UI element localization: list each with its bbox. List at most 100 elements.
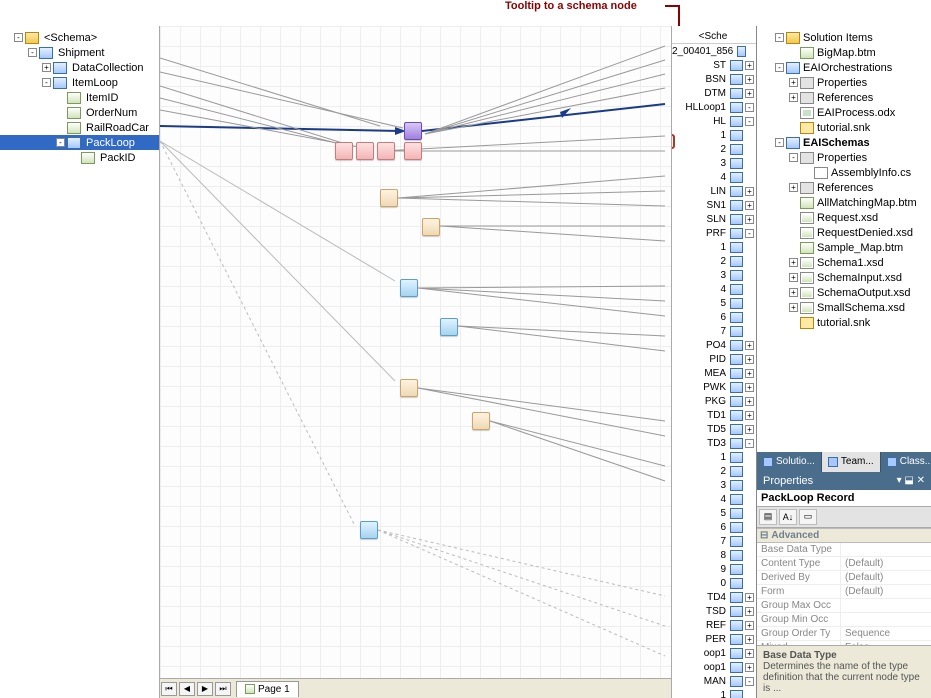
prop-category-advanced[interactable]: ⊟Advanced xyxy=(757,528,931,543)
dest-node-7[interactable]: 7 xyxy=(672,324,756,338)
functoid[interactable] xyxy=(422,218,440,236)
functoid[interactable] xyxy=(400,379,418,397)
dest-node-sn1[interactable]: SN1+ xyxy=(672,198,756,212)
tree-node-itemid[interactable]: ItemID xyxy=(0,90,159,105)
expander-icon[interactable] xyxy=(70,153,79,162)
solution-item-schema1-xsd[interactable]: +Schema1.xsd xyxy=(761,255,927,270)
expander-icon[interactable]: + xyxy=(745,397,754,406)
dest-node-oop1[interactable]: oop1+ xyxy=(672,646,756,660)
functoid[interactable] xyxy=(377,142,395,160)
dest-node-pkg[interactable]: PKG+ xyxy=(672,394,756,408)
dest-node-ref[interactable]: REF+ xyxy=(672,618,756,632)
expander-icon[interactable] xyxy=(789,108,798,117)
expander-icon[interactable]: + xyxy=(789,93,798,102)
solution-item-requestdenied-xsd[interactable]: RequestDenied.xsd xyxy=(761,225,927,240)
prop-base-data-type[interactable]: Base Data Type xyxy=(757,543,931,557)
functoid[interactable] xyxy=(335,142,353,160)
solution-item-eaischemas[interactable]: -EAISchemas xyxy=(761,135,927,150)
page-tab-1[interactable]: Page 1 xyxy=(236,681,299,697)
expander-icon[interactable]: + xyxy=(745,621,754,630)
expander-icon[interactable]: + xyxy=(745,635,754,644)
dest-node-lin[interactable]: LIN+ xyxy=(672,184,756,198)
solution-item-request-xsd[interactable]: Request.xsd xyxy=(761,210,927,225)
dest-node-dtm[interactable]: DTM+ xyxy=(672,86,756,100)
dest-node-5[interactable]: 5 xyxy=(672,506,756,520)
expander-icon[interactable]: + xyxy=(745,61,754,70)
expander-icon[interactable]: + xyxy=(745,425,754,434)
tab-solution[interactable]: Solutio... xyxy=(757,452,822,472)
expander-icon[interactable] xyxy=(56,93,65,102)
functoid[interactable] xyxy=(356,142,374,160)
expander-icon[interactable]: - xyxy=(789,153,798,162)
prop-group-order-ty[interactable]: Group Order TySequence xyxy=(757,627,931,641)
solution-item-bigmap-btm[interactable]: BigMap.btm xyxy=(761,45,927,60)
expander-icon[interactable] xyxy=(789,318,798,327)
dest-node-2_00401_856[interactable]: 2_00401_856 xyxy=(672,44,756,58)
tree-node-schema[interactable]: -<Schema> xyxy=(0,30,159,45)
expander-icon[interactable]: + xyxy=(745,341,754,350)
solution-item-references[interactable]: +References xyxy=(761,90,927,105)
expander-icon[interactable]: - xyxy=(14,33,23,42)
functoid[interactable] xyxy=(380,189,398,207)
dest-node-9[interactable]: 9 xyxy=(672,562,756,576)
expander-icon[interactable]: + xyxy=(789,288,798,297)
tree-node-packid[interactable]: PackID xyxy=(0,150,159,165)
solution-item-solution-items[interactable]: -Solution Items xyxy=(761,30,927,45)
functoid[interactable] xyxy=(404,142,422,160)
expander-icon[interactable] xyxy=(56,123,65,132)
dest-node-oop1[interactable]: oop1+ xyxy=(672,660,756,674)
dest-node-2[interactable]: 2 xyxy=(672,254,756,268)
tree-node-ordernum[interactable]: OrderNum xyxy=(0,105,159,120)
expander-icon[interactable]: + xyxy=(745,649,754,658)
dest-node-hlloop1[interactable]: HLLoop1- xyxy=(672,100,756,114)
dest-node-bsn[interactable]: BSN+ xyxy=(672,72,756,86)
page-last-button[interactable]: ⏭ xyxy=(215,682,231,696)
dest-node-st[interactable]: ST+ xyxy=(672,58,756,72)
page-prev-button[interactable]: ◀ xyxy=(179,682,195,696)
dest-node-po4[interactable]: PO4+ xyxy=(672,338,756,352)
expander-icon[interactable]: - xyxy=(775,33,784,42)
expander-icon[interactable]: + xyxy=(42,63,51,72)
page-next-button[interactable]: ▶ xyxy=(197,682,213,696)
tree-node-railroadcar[interactable]: RailRoadCar xyxy=(0,120,159,135)
dest-node-7[interactable]: 7 xyxy=(672,534,756,548)
solution-item-properties[interactable]: -Properties xyxy=(761,150,927,165)
expander-icon[interactable]: + xyxy=(745,215,754,224)
expander-icon[interactable]: + xyxy=(745,383,754,392)
dest-node-3[interactable]: 3 xyxy=(672,268,756,282)
properties-selector[interactable]: PackLoop Record xyxy=(757,490,931,507)
solution-item-smallschema-xsd[interactable]: +SmallSchema.xsd xyxy=(761,300,927,315)
expander-icon[interactable]: + xyxy=(745,593,754,602)
dest-node-6[interactable]: 6 xyxy=(672,520,756,534)
dest-node-2[interactable]: 2 xyxy=(672,142,756,156)
dest-node-sln[interactable]: SLN+ xyxy=(672,212,756,226)
expander-icon[interactable]: - xyxy=(775,63,784,72)
functoid[interactable] xyxy=(360,521,378,539)
dest-node-4[interactable]: 4 xyxy=(672,282,756,296)
tab-team[interactable]: Team... xyxy=(822,452,881,472)
dest-node-0[interactable]: 0 xyxy=(672,576,756,590)
categorized-button[interactable]: ▤ xyxy=(759,509,777,525)
expander-icon[interactable]: + xyxy=(789,183,798,192)
mapper-canvas[interactable]: ⏮ ◀ ▶ ⏭ Page 1 xyxy=(160,26,671,698)
solution-item-allmatchingmap-btm[interactable]: AllMatchingMap.btm xyxy=(761,195,927,210)
pin-icon[interactable]: ▾ ⬓ ✕ xyxy=(897,475,925,486)
solution-explorer-tree[interactable]: -Solution ItemsBigMap.btm-EAIOrchestrati… xyxy=(757,26,931,334)
tab-class[interactable]: Class... xyxy=(881,452,931,472)
dest-node-per[interactable]: PER+ xyxy=(672,632,756,646)
source-schema-tree[interactable]: -<Schema>-Shipment+DataCollection-ItemLo… xyxy=(0,26,160,698)
expander-icon[interactable] xyxy=(789,213,798,222)
dest-node-td5[interactable]: TD5+ xyxy=(672,422,756,436)
dest-node-1[interactable]: 1 xyxy=(672,450,756,464)
expander-icon[interactable]: + xyxy=(789,78,798,87)
expander-icon[interactable]: + xyxy=(745,607,754,616)
expander-icon[interactable] xyxy=(789,198,798,207)
tree-node-shipment[interactable]: -Shipment xyxy=(0,45,159,60)
solution-item-tutorial-snk[interactable]: tutorial.snk xyxy=(761,315,927,330)
expander-icon[interactable] xyxy=(789,48,798,57)
solution-item-assemblyinfo-cs[interactable]: AssemblyInfo.cs xyxy=(761,165,927,180)
expander-icon[interactable]: - xyxy=(745,229,754,238)
dest-node-prf[interactable]: PRF- xyxy=(672,226,756,240)
dest-node-tsd[interactable]: TSD+ xyxy=(672,604,756,618)
dest-node-mea[interactable]: MEA+ xyxy=(672,366,756,380)
